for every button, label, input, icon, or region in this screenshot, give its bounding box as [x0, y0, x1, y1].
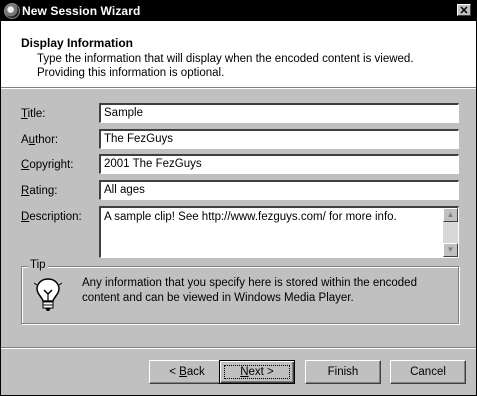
page-description: Type the information that will display w…	[37, 53, 414, 79]
header-divider	[1, 87, 476, 89]
rating-field[interactable]: All ages	[99, 180, 459, 200]
description-scrollbar[interactable]: ▲ ▼	[443, 208, 458, 257]
window-title: New Session Wizard	[22, 4, 141, 18]
finish-button[interactable]: Finish	[305, 360, 381, 384]
description-label: Description:	[21, 211, 82, 223]
author-label: Author:	[21, 134, 59, 146]
tip-legend: Tip	[28, 259, 48, 271]
description-field[interactable]: A sample clip! See http://www.fezguys.co…	[99, 206, 459, 258]
title-bar[interactable]: New Session Wizard ✕	[1, 1, 476, 21]
scroll-up-arrow-icon[interactable]: ▲	[443, 208, 458, 222]
lightbulb-tip-icon	[33, 278, 63, 311]
app-icon	[4, 3, 20, 19]
rating-label: Rating:	[21, 185, 58, 197]
description-text: A sample clip! See http://www.fezguys.co…	[104, 211, 397, 223]
copyright-field[interactable]: 2001 The FezGuys	[99, 154, 459, 174]
footer-divider	[1, 347, 476, 349]
next-button[interactable]: Next >	[219, 360, 295, 384]
cancel-button[interactable]: Cancel	[390, 360, 466, 384]
title-field[interactable]: Sample	[99, 103, 459, 123]
tip-groupbox: Tip Any information that you specify her…	[21, 259, 459, 324]
close-button[interactable]: ✕	[457, 4, 471, 17]
tip-text: Any information that you specify here is…	[82, 277, 417, 304]
page-title: Display Information	[21, 36, 134, 50]
copyright-label: Copyright:	[21, 159, 74, 171]
back-button[interactable]: < Back	[149, 360, 225, 384]
wizard-header: Display Information Type the information…	[1, 21, 476, 87]
author-field[interactable]: The FezGuys	[99, 129, 459, 149]
title-label: Title:	[21, 108, 46, 120]
scroll-down-arrow-icon[interactable]: ▼	[443, 243, 458, 257]
new-session-wizard-window: New Session Wizard ✕ Display Information…	[0, 0, 477, 396]
